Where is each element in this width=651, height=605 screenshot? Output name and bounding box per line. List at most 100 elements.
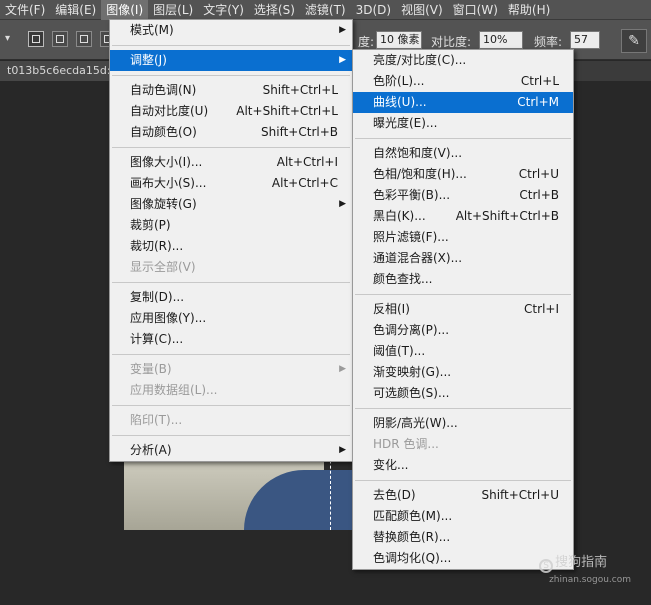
menu-item[interactable]: 自动色调(N) Shift+Ctrl+L bbox=[110, 80, 352, 101]
menu-0[interactable]: 文件(F) bbox=[0, 0, 50, 20]
menu-item-label: 照片滤镜(F)... bbox=[373, 230, 449, 244]
sogou-logo-icon: S bbox=[539, 559, 554, 573]
menu-item-shortcut: Alt+Shift+Ctrl+B bbox=[455, 209, 559, 223]
menu-item[interactable]: 曝光度(E)... bbox=[353, 113, 573, 134]
subtract-selection-mode-button[interactable] bbox=[76, 31, 92, 47]
frequency-field[interactable]: 57 bbox=[570, 31, 600, 49]
square-icon bbox=[32, 35, 40, 43]
document-tab[interactable]: t013b5c6ecda15d: bbox=[0, 61, 110, 81]
menu-5[interactable]: 选择(S) bbox=[249, 0, 300, 20]
menu-item[interactable]: 复制(D)... bbox=[110, 287, 352, 308]
menu-item[interactable]: 裁切(R)... bbox=[110, 236, 352, 257]
contrast-field[interactable]: 10% bbox=[479, 31, 523, 49]
menu-item-label: 复制(D)... bbox=[130, 290, 185, 304]
menu-separator bbox=[112, 147, 350, 148]
menu-item[interactable]: 图像大小(I)... Alt+Ctrl+I bbox=[110, 152, 352, 173]
adjustments-submenu: 亮度/对比度(C)... 色阶(L)... Ctrl+L 曲线(U)... Ctrl+M… bbox=[352, 49, 574, 570]
add-selection-mode-button[interactable] bbox=[52, 31, 68, 47]
new-selection-mode-button[interactable] bbox=[28, 31, 44, 47]
stylus-icon: ✎ bbox=[628, 33, 640, 49]
image-menu: 模式(M) ▶ 调整(J) ▶ 自动色调(N) Shift+Ctrl+L 自动对比度(U) A… bbox=[109, 19, 353, 462]
menu-item-label: 通道混合器(X)... bbox=[373, 251, 463, 265]
menu-bar: 文件(F) 编辑(E) 图像(I) 图层(L) 文字(Y) 选择(S) 滤镜(T) 3D(D)… bbox=[0, 0, 651, 20]
menu-item-label: 匹配颜色(M)... bbox=[373, 509, 453, 523]
menu-item-shortcut: Shift+Ctrl+B bbox=[261, 125, 338, 139]
menu-separator bbox=[355, 408, 571, 409]
menu-item[interactable]: 亮度/对比度(C)... bbox=[353, 50, 573, 71]
menu-item: HDR 色调... bbox=[353, 434, 573, 455]
pen-pressure-button[interactable]: ✎ bbox=[621, 29, 647, 53]
menu-item[interactable]: 颜色查找... bbox=[353, 269, 573, 290]
menu-item[interactable]: 自动对比度(U) Alt+Shift+Ctrl+L bbox=[110, 101, 352, 122]
menu-item-label: 色调均化(Q)... bbox=[373, 551, 452, 565]
menu-item[interactable]: 曲线(U)... Ctrl+M bbox=[353, 92, 573, 113]
menu-item[interactable]: 替换颜色(R)... bbox=[353, 527, 573, 548]
menu-item[interactable]: 色彩平衡(B)... Ctrl+B bbox=[353, 185, 573, 206]
watermark: S 搜狗指南 zhinan.sogou.com bbox=[539, 551, 631, 585]
menu-item-label: 画布大小(S)... bbox=[130, 176, 207, 190]
menu-item[interactable]: 画布大小(S)... Alt+Ctrl+C bbox=[110, 173, 352, 194]
menu-item-shortcut: Alt+Ctrl+I bbox=[276, 155, 338, 169]
menu-item-shortcut: Alt+Shift+Ctrl+L bbox=[236, 104, 338, 118]
menu-item-shortcut: Ctrl+I bbox=[524, 302, 559, 316]
tool-chevron-icon[interactable]: ▾ bbox=[5, 32, 13, 46]
menu-item[interactable]: 分析(A) ▶ bbox=[110, 440, 352, 461]
menu-item-label: 亮度/对比度(C)... bbox=[373, 53, 467, 67]
menu-item[interactable]: 照片滤镜(F)... bbox=[353, 227, 573, 248]
menu-1[interactable]: 编辑(E) bbox=[50, 0, 101, 20]
menu-item[interactable]: 调整(J) ▶ bbox=[110, 50, 352, 71]
menu-item[interactable]: 渐变映射(G)... bbox=[353, 362, 573, 383]
menu-item[interactable]: 色阶(L)... Ctrl+L bbox=[353, 71, 573, 92]
menu-item-label: 自动颜色(O) bbox=[130, 125, 197, 139]
menu-item[interactable]: 阴影/高光(W)... bbox=[353, 413, 573, 434]
menu-item[interactable]: 可选颜色(S)... bbox=[353, 383, 573, 404]
menu-separator bbox=[112, 75, 350, 76]
menu-item[interactable]: 通道混合器(X)... bbox=[353, 248, 573, 269]
menu-item[interactable]: 匹配颜色(M)... bbox=[353, 506, 573, 527]
menu-item-label: 阴影/高光(W)... bbox=[373, 416, 458, 430]
menu-2[interactable]: 图像(I) bbox=[101, 0, 149, 20]
menu-item[interactable]: 阈值(T)... bbox=[353, 341, 573, 362]
menu-separator bbox=[112, 435, 350, 436]
menu-separator bbox=[112, 282, 350, 283]
menu-item[interactable]: 色调分离(P)... bbox=[353, 320, 573, 341]
menu-separator bbox=[112, 405, 350, 406]
menu-item: 变量(B) ▶ bbox=[110, 359, 352, 380]
menu-item[interactable]: 裁剪(P) bbox=[110, 215, 352, 236]
menu-separator bbox=[112, 45, 350, 46]
menu-item-label: 显示全部(V) bbox=[130, 260, 196, 274]
menu-item[interactable]: 应用图像(Y)... bbox=[110, 308, 352, 329]
submenu-arrow-icon: ▶ bbox=[339, 55, 346, 65]
menu-9[interactable]: 窗口(W) bbox=[448, 0, 503, 20]
menu-7[interactable]: 3D(D) bbox=[351, 0, 396, 20]
menu-6[interactable]: 滤镜(T) bbox=[300, 0, 351, 20]
menu-item[interactable]: 图像旋转(G) ▶ bbox=[110, 194, 352, 215]
menu-item-label: 替换颜色(R)... bbox=[373, 530, 451, 544]
menu-10[interactable]: 帮助(H) bbox=[503, 0, 555, 20]
menu-3[interactable]: 图层(L) bbox=[148, 0, 198, 20]
menu-item-label: 裁剪(P) bbox=[130, 218, 171, 232]
menu-separator bbox=[112, 354, 350, 355]
menu-item[interactable]: 自动颜色(O) Shift+Ctrl+B bbox=[110, 122, 352, 143]
menu-item[interactable]: 自然饱和度(V)... bbox=[353, 143, 573, 164]
menu-item: 陷印(T)... bbox=[110, 410, 352, 431]
menu-item-shortcut: Ctrl+M bbox=[517, 95, 559, 109]
menu-item-label: 自动对比度(U) bbox=[130, 104, 209, 118]
menu-item[interactable]: 计算(C)... bbox=[110, 329, 352, 350]
menu-item-shortcut: Alt+Ctrl+C bbox=[271, 176, 338, 190]
menu-item[interactable]: 色相/饱和度(H)... Ctrl+U bbox=[353, 164, 573, 185]
menu-item[interactable]: 模式(M) ▶ bbox=[110, 20, 352, 41]
menu-item[interactable]: 黑白(K)... Alt+Shift+Ctrl+B bbox=[353, 206, 573, 227]
menu-item-label: 色阶(L)... bbox=[373, 74, 425, 88]
menu-item[interactable]: 去色(D) Shift+Ctrl+U bbox=[353, 485, 573, 506]
menu-item-shortcut: Shift+Ctrl+U bbox=[481, 488, 559, 502]
width-field[interactable]: 10 像素 bbox=[376, 31, 422, 49]
menu-8[interactable]: 视图(V) bbox=[396, 0, 448, 20]
menu-4[interactable]: 文字(Y) bbox=[198, 0, 249, 20]
menu-item-label: 裁切(R)... bbox=[130, 239, 184, 253]
menu-item[interactable]: 反相(I) Ctrl+I bbox=[353, 299, 573, 320]
menu-item: 应用数据组(L)... bbox=[110, 380, 352, 401]
menu-item-label: 色相/饱和度(H)... bbox=[373, 167, 467, 181]
menu-item[interactable]: 变化... bbox=[353, 455, 573, 476]
menu-item-label: 分析(A) bbox=[130, 443, 172, 457]
